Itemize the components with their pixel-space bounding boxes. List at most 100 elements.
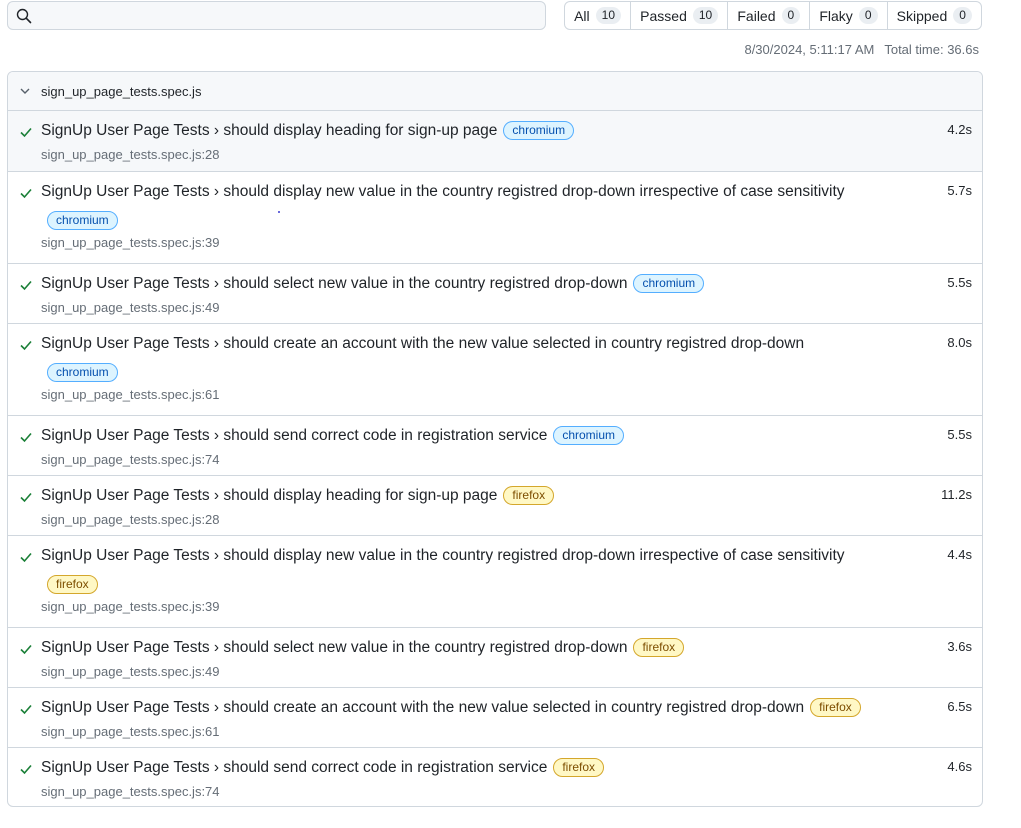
total-time: Total time: 36.6s [884, 42, 979, 57]
test-name: should display new value in the country … [223, 183, 845, 200]
test-name: should create an account with the new va… [223, 699, 805, 716]
suite-name: SignUp User Page Tests [41, 699, 210, 716]
test-name: should select new value in the country r… [223, 275, 628, 292]
test-duration: 5.5s [947, 427, 972, 442]
test-title: SignUp User Page Tests › should send cor… [41, 758, 902, 778]
test-name: should send correct code in registration… [223, 427, 548, 444]
test-title: SignUp User Page Tests › should display … [41, 546, 902, 566]
test-row[interactable]: SignUp User Page Tests › should send cor… [8, 415, 982, 475]
suite-name: SignUp User Page Tests [41, 547, 210, 564]
test-name: should display new value in the country … [223, 547, 845, 564]
filter-passed[interactable]: Passed 10 [630, 2, 727, 29]
project-badge[interactable]: chromium [503, 121, 575, 140]
test-duration: 5.5s [947, 275, 972, 290]
test-location[interactable]: sign_up_page_tests.spec.js:61 [41, 387, 902, 402]
filter-count: 0 [858, 7, 878, 24]
test-row[interactable]: SignUp User Page Tests › should display … [8, 535, 982, 627]
test-title: SignUp User Page Tests › should display … [41, 486, 902, 506]
filter-skipped[interactable]: Skipped 0 [886, 2, 981, 29]
test-duration: 5.7s [947, 183, 972, 198]
project-badge[interactable]: firefox [503, 486, 555, 505]
project-badge[interactable]: chromium [553, 426, 625, 445]
title-separator: › [213, 699, 220, 716]
test-duration: 8.0s [947, 335, 972, 350]
title-separator: › [213, 547, 220, 564]
test-location[interactable]: sign_up_page_tests.spec.js:39 [41, 235, 902, 250]
filter-flaky[interactable]: Flaky 0 [809, 2, 886, 29]
chevron-down-icon [20, 88, 30, 94]
test-duration: 4.2s [947, 122, 972, 137]
project-badge[interactable]: firefox [47, 575, 98, 594]
test-name: should create an account with the new va… [223, 335, 805, 352]
test-name: should select new value in the country r… [223, 639, 628, 656]
test-location[interactable]: sign_up_page_tests.spec.js:49 [41, 300, 902, 315]
check-icon [20, 127, 32, 138]
suite-name: SignUp User Page Tests [41, 335, 210, 352]
check-icon [20, 188, 32, 199]
test-location[interactable]: sign_up_page_tests.spec.js:28 [41, 147, 902, 162]
test-title: SignUp User Page Tests › should send cor… [41, 426, 902, 446]
project-badge[interactable]: firefox [553, 758, 605, 777]
test-row[interactable]: SignUp User Page Tests › should select n… [8, 627, 982, 687]
test-duration: 4.4s [947, 547, 972, 562]
check-icon [20, 432, 32, 443]
search-icon [16, 8, 32, 24]
check-icon [20, 492, 32, 503]
file-header[interactable]: sign_up_page_tests.spec.js [8, 72, 982, 111]
test-location[interactable]: sign_up_page_tests.spec.js:74 [41, 452, 902, 467]
search-box[interactable] [7, 1, 546, 30]
test-title: SignUp User Page Tests › should display … [41, 182, 902, 202]
project-badge[interactable]: chromium [47, 211, 118, 230]
filter-count: 10 [595, 7, 621, 24]
title-separator: › [213, 183, 220, 200]
mouse-cursor-dot [278, 211, 280, 213]
test-row[interactable]: SignUp User Page Tests › should display … [8, 111, 982, 171]
check-icon [20, 280, 32, 291]
test-title: SignUp User Page Tests › should create a… [41, 334, 902, 354]
test-row[interactable]: SignUp User Page Tests › should send cor… [8, 747, 982, 806]
test-name: should send correct code in registration… [223, 759, 548, 776]
suite-name: SignUp User Page Tests [41, 275, 210, 292]
test-title: SignUp User Page Tests › should create a… [41, 698, 902, 718]
filter-label: Skipped [896, 7, 948, 24]
run-datetime: 8/30/2024, 5:11:17 AM [744, 42, 875, 57]
suite-name: SignUp User Page Tests [41, 759, 210, 776]
title-separator: › [213, 335, 220, 352]
title-separator: › [213, 122, 220, 139]
test-duration: 11.2s [941, 487, 972, 502]
project-badge[interactable]: firefox [810, 698, 861, 717]
test-location[interactable]: sign_up_page_tests.spec.js:39 [41, 599, 902, 614]
title-separator: › [213, 427, 220, 444]
suite-name: SignUp User Page Tests [41, 183, 210, 200]
test-title: SignUp User Page Tests › should display … [41, 121, 902, 141]
project-badge[interactable]: firefox [633, 638, 685, 657]
run-metadata: 8/30/2024, 5:11:17 AM Total time: 36.6s [744, 42, 979, 57]
search-input[interactable] [40, 4, 544, 29]
filter-failed[interactable]: Failed 0 [727, 2, 809, 29]
filter-all[interactable]: All 10 [565, 2, 630, 29]
test-row[interactable]: SignUp User Page Tests › should create a… [8, 687, 982, 747]
project-badge[interactable]: chromium [47, 363, 118, 382]
test-row[interactable]: SignUp User Page Tests › should display … [8, 171, 982, 263]
test-title: SignUp User Page Tests › should select n… [41, 274, 902, 294]
test-row[interactable]: SignUp User Page Tests › should select n… [8, 263, 982, 323]
filter-count: 0 [953, 7, 972, 24]
test-location[interactable]: sign_up_page_tests.spec.js:49 [41, 664, 902, 679]
filter-count: 10 [692, 7, 719, 24]
suite-name: SignUp User Page Tests [41, 487, 210, 504]
test-location[interactable]: sign_up_page_tests.spec.js:61 [41, 724, 902, 739]
suite-name: SignUp User Page Tests [41, 639, 210, 656]
filter-label: Flaky [819, 7, 853, 24]
test-row[interactable]: SignUp User Page Tests › should display … [8, 475, 982, 535]
filter-count: 0 [781, 7, 801, 24]
check-icon [20, 340, 32, 351]
suite-name: SignUp User Page Tests [41, 122, 210, 139]
title-separator: › [213, 639, 220, 656]
project-badge[interactable]: chromium [633, 274, 705, 293]
test-row[interactable]: SignUp User Page Tests › should create a… [8, 323, 982, 415]
check-icon [20, 704, 32, 715]
test-list: SignUp User Page Tests › should display … [8, 111, 982, 806]
test-location[interactable]: sign_up_page_tests.spec.js:28 [41, 512, 902, 527]
test-location[interactable]: sign_up_page_tests.spec.js:74 [41, 784, 902, 799]
status-filter-bar: All 10 Passed 10 Failed 0 Flaky 0 Skippe… [564, 1, 982, 30]
